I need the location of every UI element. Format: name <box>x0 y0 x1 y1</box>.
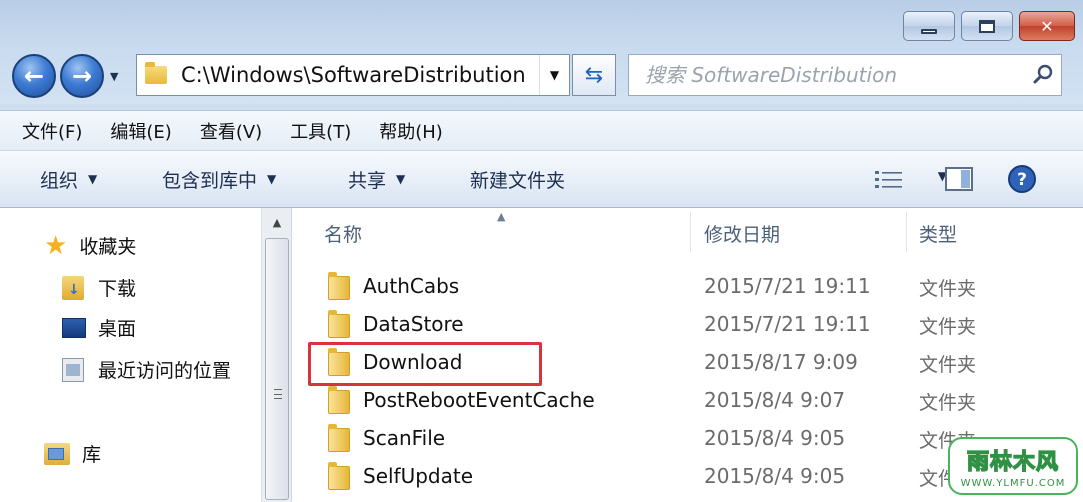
file-type: 文件夹 <box>919 316 977 338</box>
scroll-up-icon[interactable]: ▲ <box>262 212 292 232</box>
folder-icon <box>328 272 350 300</box>
folder-icon <box>328 310 350 338</box>
file-name: AuthCabs <box>363 274 460 298</box>
preview-pane-icon[interactable] <box>945 167 973 195</box>
view-options-icon[interactable] <box>875 169 905 195</box>
nav-libraries[interactable]: 库 <box>44 440 101 467</box>
menu-tools[interactable]: 工具(T) <box>290 118 351 144</box>
address-path[interactable]: C:\Windows\SoftwareDistribution <box>181 63 539 87</box>
refresh-icon: ⇆ <box>584 62 604 88</box>
maximize-button[interactable] <box>961 11 1013 41</box>
search-box[interactable] <box>628 54 1062 96</box>
nav-desktop-label: 桌面 <box>98 318 137 340</box>
help-icon[interactable]: ? <box>1007 164 1037 198</box>
column-modified[interactable]: 修改日期 <box>704 220 780 247</box>
share-label: 共享 <box>348 169 387 192</box>
menu-file[interactable]: 文件(F) <box>22 118 82 144</box>
file-modified: 2015/8/4 9:05 <box>704 426 846 450</box>
navigation-pane: ★ 收藏夹 ↓ 下载 桌面 最近访问的位置 库 <box>0 208 262 502</box>
file-row[interactable]: DataStore 2015/7/21 19:11 文件夹 <box>292 306 1083 344</box>
refresh-button[interactable]: ⇆ <box>572 54 616 96</box>
folder-icon <box>328 424 350 452</box>
file-modified: 2015/7/21 19:11 <box>704 274 871 298</box>
downloads-folder-icon: ↓ <box>62 275 84 300</box>
navigation-buttons: ← → ▼ <box>12 54 118 98</box>
file-row[interactable]: PostRebootEventCache 2015/8/4 9:07 文件夹 <box>292 382 1083 420</box>
search-icon[interactable] <box>1025 64 1061 86</box>
back-arrow-icon: ← <box>23 62 45 90</box>
file-name: ScanFile <box>363 426 446 450</box>
file-name: Download <box>363 350 463 374</box>
watermark-url: WWW.YLMFU.COM <box>960 477 1066 489</box>
column-divider[interactable] <box>906 212 907 252</box>
history-dropdown-icon[interactable]: ▼ <box>110 70 118 83</box>
scroll-thumb[interactable] <box>265 238 289 500</box>
nav-desktop[interactable]: 桌面 <box>62 314 136 341</box>
close-button[interactable]: ✕ <box>1019 11 1075 41</box>
new-folder-button[interactable]: 新建文件夹 <box>470 166 565 193</box>
file-type: 文件夹 <box>919 278 977 300</box>
close-icon: ✕ <box>1040 16 1054 36</box>
folder-icon <box>328 462 350 490</box>
chevron-down-icon: ▼ <box>88 172 98 186</box>
file-modified: 2015/8/17 9:09 <box>704 350 858 374</box>
minimize-icon <box>921 28 937 34</box>
star-icon: ★ <box>44 230 68 261</box>
watermark-logo: 雨林木风 WWW.YLMFU.COM <box>948 437 1078 495</box>
menu-bar: 文件(F) 编辑(E) 查看(V) 工具(T) 帮助(H) <box>0 110 1083 150</box>
column-divider[interactable] <box>690 212 691 252</box>
search-input[interactable] <box>629 56 1025 94</box>
libraries-icon <box>44 442 70 465</box>
column-type[interactable]: 类型 <box>919 220 957 247</box>
address-dropdown-icon[interactable]: ▼ <box>539 55 569 95</box>
include-library-button[interactable]: 包含到库中 ▼ <box>162 166 276 193</box>
organize-button[interactable]: 组织 ▼ <box>40 166 97 193</box>
include-library-label: 包含到库中 <box>162 169 258 192</box>
navigation-scrollbar[interactable]: ▲ <box>262 208 292 502</box>
watermark-main: 雨林木风 <box>966 449 1059 475</box>
file-type: 文件夹 <box>919 392 977 414</box>
menu-edit[interactable]: 编辑(E) <box>110 118 171 144</box>
folder-icon <box>328 386 350 414</box>
file-modified: 2015/7/21 19:11 <box>704 312 871 336</box>
nav-downloads-label: 下载 <box>98 278 137 300</box>
svg-text:?: ? <box>1017 170 1027 190</box>
chevron-down-icon: ▼ <box>267 172 277 186</box>
file-modified: 2015/8/4 9:05 <box>704 464 846 488</box>
file-row[interactable]: AuthCabs 2015/7/21 19:11 文件夹 <box>292 268 1083 306</box>
folder-icon <box>328 348 350 376</box>
grip-icon <box>274 389 282 399</box>
nav-favorites-label: 收藏夹 <box>79 236 137 258</box>
minimize-button[interactable] <box>903 11 955 41</box>
menu-view[interactable]: 查看(V) <box>200 118 262 144</box>
menu-help[interactable]: 帮助(H) <box>379 118 443 144</box>
share-button[interactable]: 共享 ▼ <box>348 166 405 193</box>
file-modified: 2015/8/4 9:07 <box>704 388 846 412</box>
address-bar[interactable]: C:\Windows\SoftwareDistribution ▼ <box>136 54 570 96</box>
file-name: DataStore <box>363 312 464 336</box>
forward-button[interactable]: → <box>60 54 104 98</box>
desktop-icon <box>62 317 86 338</box>
file-type: 文件夹 <box>919 354 977 376</box>
folder-icon <box>145 62 167 84</box>
back-button[interactable]: ← <box>12 54 56 98</box>
column-name[interactable]: 名称 <box>324 220 362 247</box>
recent-places-icon <box>62 357 84 382</box>
nav-recent[interactable]: 最近访问的位置 <box>62 356 231 383</box>
organize-label: 组织 <box>40 169 79 192</box>
chevron-down-icon: ▼ <box>396 172 406 186</box>
maximize-icon <box>979 19 995 33</box>
file-name: PostRebootEventCache <box>363 388 595 412</box>
nav-recent-label: 最近访问的位置 <box>98 360 232 382</box>
nav-libraries-label: 库 <box>82 444 102 466</box>
file-name: SelfUpdate <box>363 464 474 488</box>
nav-downloads[interactable]: ↓ 下载 <box>62 274 136 301</box>
command-bar: 组织 ▼ 包含到库中 ▼ 共享 ▼ 新建文件夹 ▼ ? <box>0 150 1083 208</box>
forward-arrow-icon: → <box>71 62 93 90</box>
file-row[interactable]: Download 2015/8/17 9:09 文件夹 <box>292 344 1083 382</box>
column-headers: ▲ 名称 修改日期 类型 <box>292 208 1083 256</box>
sort-ascending-icon: ▲ <box>497 210 506 223</box>
caption-buttons: ✕ <box>897 11 1075 41</box>
nav-favorites[interactable]: ★ 收藏夹 <box>44 232 136 259</box>
